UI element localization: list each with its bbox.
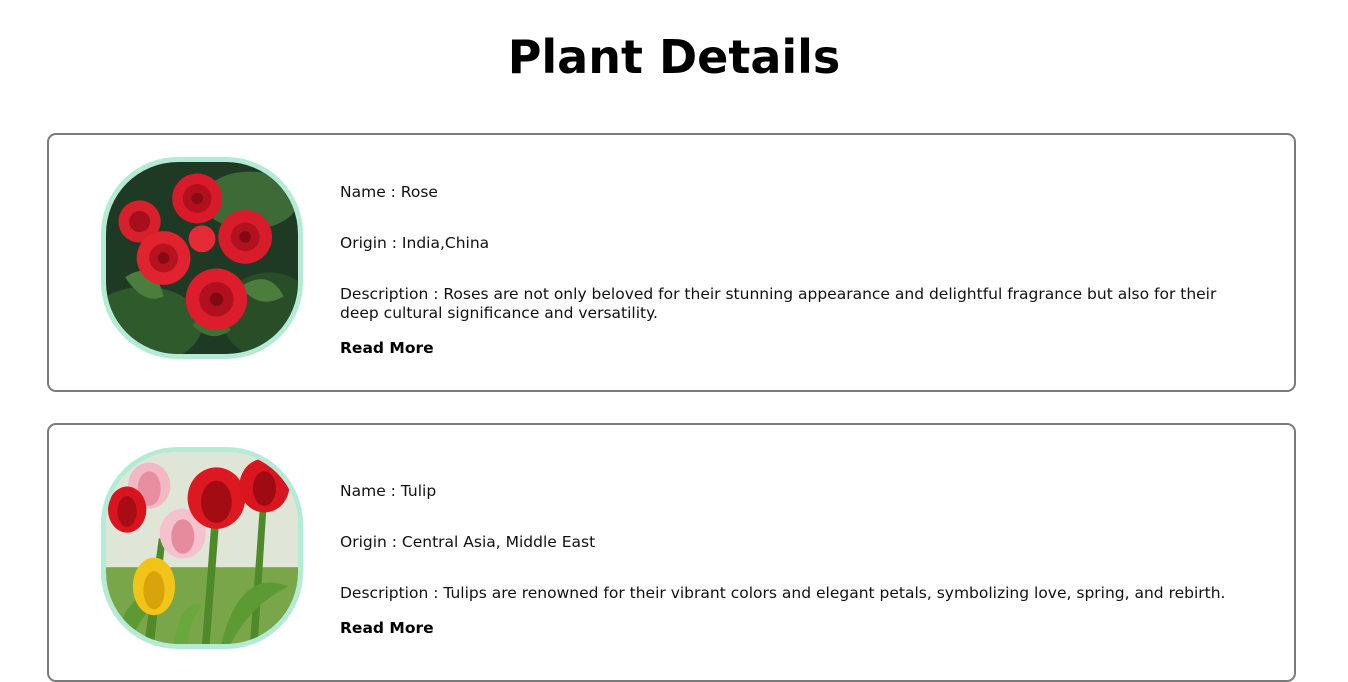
read-more-link[interactable]: Read More [340,339,434,358]
plant-origin: Origin : Central Asia, Middle East [340,533,596,551]
plant-name: Name : Tulip [340,482,437,500]
plant-card-rose: Name : Rose Origin : India,China Descrip… [47,133,1296,392]
page-title: Plant Details [507,30,841,84]
plant-description: Description : Roses are not only beloved… [340,285,1217,322]
tulip-photo [101,447,303,649]
plant-card-tulip: Name : Tulip Origin : Central Asia, Midd… [47,423,1296,682]
read-more-link[interactable]: Read More [340,619,434,638]
rose-photo [101,157,303,359]
plant-description: Description : Tulips are renowned for th… [340,584,1226,602]
plant-origin: Origin : India,China [340,234,490,252]
plant-name: Name : Rose [340,183,438,201]
